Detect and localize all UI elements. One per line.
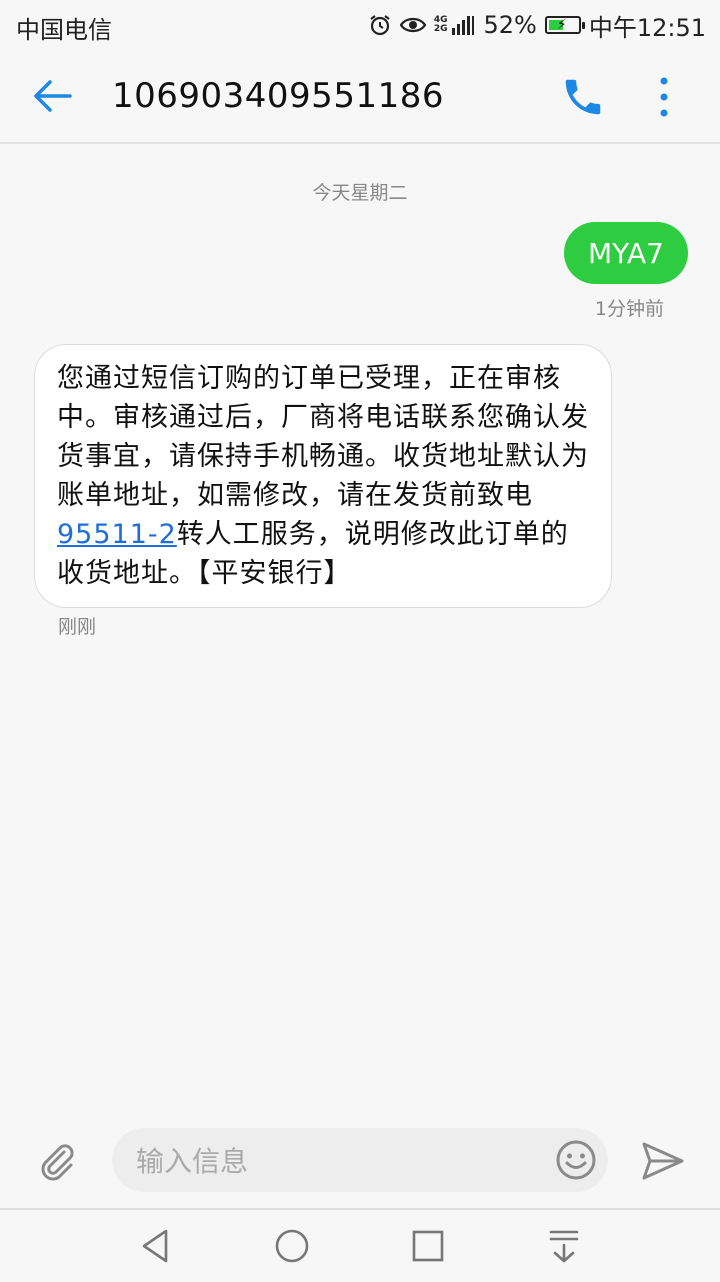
outgoing-message-bubble[interactable]: MYA7 — [563, 222, 688, 284]
carrier-name: 中国电信 — [16, 16, 112, 44]
nav-back-button[interactable] — [136, 1226, 176, 1266]
nav-recents-button[interactable] — [408, 1226, 448, 1266]
eye-icon — [399, 14, 426, 36]
call-button[interactable] — [560, 74, 606, 120]
battery-percent: 52% — [483, 11, 537, 39]
nav-home-button[interactable] — [272, 1226, 312, 1266]
outgoing-message-text: MYA7 — [587, 236, 664, 270]
date-separator: 今天星期二 — [312, 182, 408, 204]
back-button[interactable] — [30, 76, 76, 116]
conversation-header: 106903409551186 — [0, 50, 720, 144]
incoming-message-bubble[interactable]: 您通过短信订购的订单已受理，正在审核中。审核通过后，厂商将电话联系您确认发货事宜… — [34, 344, 612, 608]
network-type-bottom: 2G — [433, 24, 448, 34]
incoming-message-time: 刚刚 — [58, 616, 97, 638]
battery-icon: ⚡ — [544, 16, 585, 34]
network-type: 4G 2G — [434, 16, 448, 34]
status-icons: 4G 2G 52% ⚡ 中午12:51 — [368, 10, 706, 42]
recents-square-icon — [412, 1230, 444, 1262]
alarm-icon — [368, 13, 392, 37]
incoming-message-text: 您通过短信订购的订单已受理，正在审核中。审核通过后，厂商将电话联系您确认发货事宜… — [57, 363, 589, 511]
back-triangle-icon — [142, 1229, 168, 1263]
navigation-bar — [0, 1208, 720, 1282]
contact-number: 106903409551186 — [112, 76, 444, 116]
phone-icon — [565, 79, 601, 115]
signal-icon — [451, 14, 475, 36]
emoji-button[interactable] — [554, 1138, 598, 1182]
more-options-button[interactable] — [650, 74, 678, 120]
notification-pull-icon — [549, 1230, 579, 1263]
phone-number-link[interactable]: 95511-2 — [57, 519, 177, 550]
send-icon — [642, 1142, 684, 1180]
more-vertical-icon — [660, 77, 668, 117]
home-circle-icon — [275, 1229, 309, 1263]
status-bar: 中国电信 4G 2G 52% ⚡ 中午12:51 — [0, 0, 720, 50]
message-input[interactable] — [134, 1128, 538, 1194]
arrow-left-icon — [34, 80, 72, 112]
outgoing-message-time: 1分钟前 — [594, 298, 664, 320]
send-button[interactable] — [640, 1138, 686, 1184]
attach-button[interactable] — [34, 1138, 78, 1182]
message-input-container — [112, 1128, 608, 1194]
clock: 中午12:51 — [588, 13, 706, 42]
paperclip-icon — [41, 1144, 74, 1181]
smiley-icon — [556, 1140, 596, 1180]
nav-notification-button[interactable] — [544, 1226, 584, 1266]
charging-icon: ⚡ — [556, 17, 567, 33]
